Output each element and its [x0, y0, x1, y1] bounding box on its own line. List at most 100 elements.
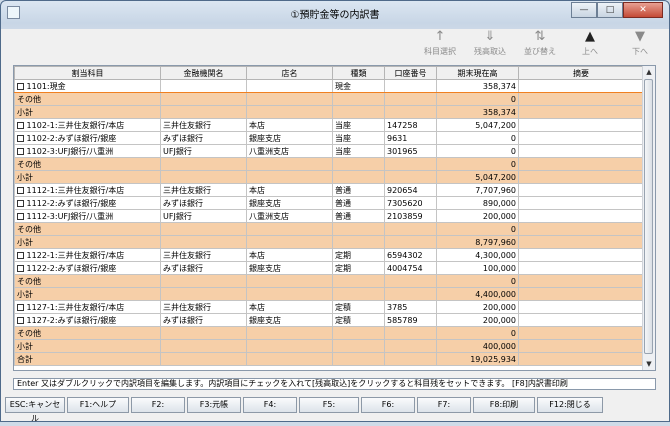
vertical-scrollbar[interactable]: ▲ ▼	[642, 66, 655, 370]
fkey-f5-button[interactable]: F5:	[299, 397, 359, 413]
cell-bank: みずほ銀行	[160, 261, 247, 275]
table-row[interactable]: 1101:現金 現金 358,374	[14, 79, 644, 93]
fkey-f4-button[interactable]: F4:	[243, 397, 297, 413]
subtotal-row[interactable]: 小計 8,797,960	[14, 235, 644, 249]
cell-amount: 5,047,200	[436, 118, 519, 132]
cell-subject: 合計	[14, 352, 161, 366]
column-header-0[interactable]: 割当科目	[14, 66, 161, 80]
fkey-esc-button[interactable]: ESC:キャンセル	[5, 397, 65, 423]
cell-account: 7305620	[384, 196, 437, 210]
row-checkbox[interactable]	[17, 303, 24, 311]
table-row[interactable]: 1112-1:三井住友銀行/本店 三井住友銀行 本店 普通 920654 7,707,96…	[14, 183, 644, 197]
cell-amount: 100,000	[436, 261, 519, 275]
total-row[interactable]: 合計 19,025,934	[14, 352, 644, 366]
row-checkbox[interactable]	[17, 186, 24, 194]
cell-kind	[332, 274, 385, 288]
cell-bank	[160, 352, 247, 366]
row-checkbox[interactable]	[17, 251, 24, 259]
toolbar-down-button[interactable]: ▼ 下へ	[615, 28, 665, 60]
row-checkbox[interactable]	[17, 121, 24, 129]
cell-subject: 小計	[14, 339, 161, 353]
other-row[interactable]: その他 0	[14, 274, 644, 288]
cell-bank	[160, 222, 247, 236]
column-header-1[interactable]: 金融機関名	[160, 66, 247, 80]
other-row[interactable]: その他 0	[14, 157, 644, 171]
table-row[interactable]: 1122-1:三井住友銀行/本店 三井住友銀行 本店 定期 6594302 4,300,0…	[14, 248, 644, 262]
cell-note	[518, 105, 644, 119]
other-row[interactable]: その他 0	[14, 222, 644, 236]
fkey-f1-button[interactable]: F1:ヘルプ	[67, 397, 129, 413]
table-row[interactable]: 1112-3:UFJ銀行/八重洲 UFJ銀行 八重洲支店 普通 2103859 200,0…	[14, 209, 644, 223]
cell-kind: 定期	[332, 261, 385, 275]
toolbar-sort-button[interactable]: ⇅ 並び替え	[515, 28, 565, 60]
scroll-up-icon[interactable]: ▲	[643, 66, 655, 78]
column-header-6[interactable]: 摘要	[518, 66, 644, 80]
minimize-button[interactable]: —	[571, 2, 597, 18]
cell-branch: 銀座支店	[246, 261, 333, 275]
cell-note	[518, 79, 644, 93]
column-header-4[interactable]: 口座番号	[384, 66, 437, 80]
row-checkbox[interactable]	[17, 264, 24, 272]
table-row[interactable]: 1102-1:三井住友銀行/本店 三井住友銀行 本店 当座 147258 5,047,20…	[14, 118, 644, 132]
cell-kind: 普通	[332, 196, 385, 210]
fkey-f8-button[interactable]: F8:印刷	[473, 397, 535, 413]
breakdown-grid[interactable]: 割当科目 金融機関名 店名 種類 口座番号 期末現在高 摘要 1101:現金 現金 358,37…	[13, 65, 656, 371]
toolbar-balance_fetch-button[interactable]: ⇓ 残高取込	[465, 28, 515, 60]
subtotal-row[interactable]: 小計 358,374	[14, 105, 644, 119]
toolbar-label: 上へ	[582, 47, 598, 56]
table-row[interactable]: 1127-1:三井住友銀行/本店 三井住友銀行 本店 定積 3785 200,000	[14, 300, 644, 314]
table-row[interactable]: 1127-2:みずほ銀行/銀座 みずほ銀行 銀座支店 定積 585789 200,000	[14, 313, 644, 327]
close-button[interactable]: ✕	[623, 2, 663, 18]
title-bar[interactable]: ①預貯金等の内訳書 — □ ✕	[1, 1, 669, 25]
cell-bank	[160, 235, 247, 249]
toolbar-up-button[interactable]: ▲ 上へ	[565, 28, 615, 60]
fkey-f3-button[interactable]: F3:元帳	[187, 397, 241, 413]
table-row[interactable]: 1102-2:みずほ銀行/銀座 みずほ銀行 銀座支店 当座 9631 0	[14, 131, 644, 145]
table-row[interactable]: 1122-2:みずほ銀行/銀座 みずほ銀行 銀座支店 定期 4004754 100,000	[14, 261, 644, 275]
row-checkbox[interactable]	[17, 134, 24, 142]
row-checkbox[interactable]	[17, 147, 24, 155]
cell-account	[384, 79, 437, 93]
cell-subject: 小計	[14, 235, 161, 249]
scroll-down-icon[interactable]: ▼	[643, 358, 655, 370]
cell-branch	[246, 222, 333, 236]
subtotal-row[interactable]: 小計 5,047,200	[14, 170, 644, 184]
column-header-5[interactable]: 期末現在高	[436, 66, 519, 80]
table-row[interactable]: 1112-2:みずほ銀行/銀座 みずほ銀行 銀座支店 普通 7305620 890,000	[14, 196, 644, 210]
column-header-3[interactable]: 種類	[332, 66, 385, 80]
fkey-f6-button[interactable]: F6:	[361, 397, 415, 413]
cell-subject: その他	[14, 92, 161, 106]
cell-note	[518, 287, 644, 301]
cell-amount: 0	[436, 92, 519, 106]
scroll-thumb[interactable]	[644, 79, 653, 354]
subtotal-row[interactable]: 小計 4,400,000	[14, 287, 644, 301]
maximize-button[interactable]: □	[597, 2, 623, 18]
table-row[interactable]: 1102-3:UFJ銀行/八重洲 UFJ銀行 八重洲支店 当座 301965 0	[14, 144, 644, 158]
cell-kind: 普通	[332, 209, 385, 223]
fkey-f12-button[interactable]: F12:閉じる	[537, 397, 603, 413]
cell-kind	[332, 287, 385, 301]
cell-kind	[332, 157, 385, 171]
column-header-2[interactable]: 店名	[246, 66, 333, 80]
cell-account	[384, 222, 437, 236]
cell-branch: 銀座支店	[246, 196, 333, 210]
other-row[interactable]: その他 0	[14, 326, 644, 340]
cell-account: 2103859	[384, 209, 437, 223]
cell-subject: 1112-3:UFJ銀行/八重洲	[14, 209, 161, 223]
cell-amount: 400,000	[436, 339, 519, 353]
cell-branch	[246, 92, 333, 106]
fkey-f7-button[interactable]: F7:	[417, 397, 471, 413]
subtotal-row[interactable]: 小計 400,000	[14, 339, 644, 353]
cell-subject: 1127-1:三井住友銀行/本店	[14, 300, 161, 314]
fkey-f2-button[interactable]: F2:	[131, 397, 185, 413]
row-checkbox[interactable]	[17, 199, 24, 207]
row-checkbox[interactable]	[17, 316, 24, 324]
row-checkbox[interactable]	[17, 82, 24, 90]
other-row[interactable]: その他 0	[14, 92, 644, 106]
cell-account	[384, 92, 437, 106]
cell-account	[384, 274, 437, 288]
cell-note	[518, 326, 644, 340]
cell-note	[518, 157, 644, 171]
toolbar-subject_select-button[interactable]: ↑ 科目選択	[415, 28, 465, 60]
row-checkbox[interactable]	[17, 212, 24, 220]
